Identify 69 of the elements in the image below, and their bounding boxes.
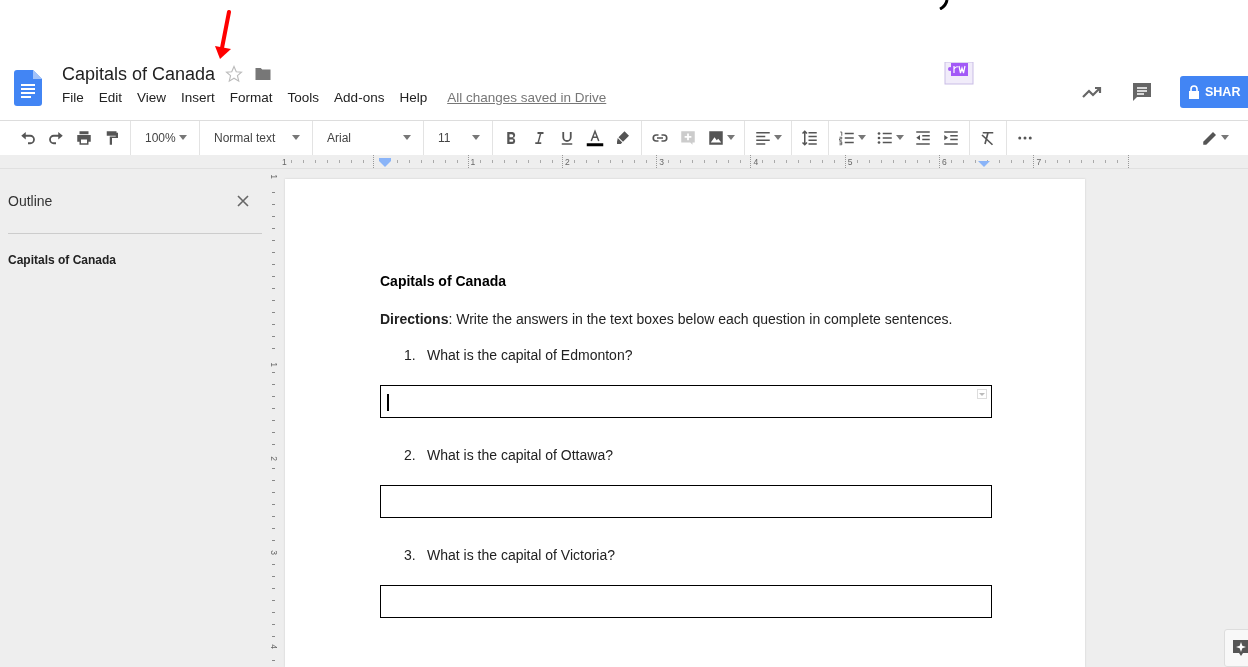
- caret-icon: [727, 135, 735, 141]
- ruler-number: 7: [1034, 156, 1044, 167]
- ruler-number: 1: [468, 156, 478, 167]
- menu-item[interactable]: File: [62, 88, 91, 107]
- outline-item[interactable]: Capitals of Canada: [8, 253, 262, 267]
- explore-button[interactable]: [1224, 629, 1248, 667]
- font-dropdown[interactable]: Arial: [317, 125, 419, 151]
- font-size-dropdown[interactable]: 11: [428, 125, 488, 151]
- ruler-number: 1: [280, 156, 289, 167]
- sparkle-icon: [1231, 638, 1248, 658]
- indent-marker-icon: [379, 158, 391, 167]
- lock-icon: [1188, 85, 1200, 99]
- caret-icon: [292, 135, 300, 141]
- bulleted-list-icon: [876, 129, 894, 147]
- answer-box[interactable]: [380, 485, 992, 518]
- share-button[interactable]: SHAR: [1180, 76, 1248, 108]
- ruler-number: 1: [269, 172, 278, 181]
- save-status-link[interactable]: All changes saved in Drive: [447, 90, 607, 105]
- directions-text: Directions: Write the answers in the text boxes below each question in complete sentences.: [380, 311, 954, 327]
- menu-item[interactable]: Edit: [90, 88, 130, 107]
- comment-icon: [1130, 80, 1154, 104]
- ruler-number: 3: [269, 548, 278, 557]
- question-text: What is the capital of Edmonton?: [427, 347, 633, 363]
- extension-icon: [944, 62, 974, 86]
- close-icon[interactable]: [236, 194, 250, 208]
- style-dropdown[interactable]: Normal text: [204, 125, 308, 151]
- numbered-list-icon: [838, 129, 856, 147]
- ruler-number: 3: [657, 156, 666, 167]
- pen-stroke: [938, 0, 950, 10]
- star-icon[interactable]: [225, 65, 244, 83]
- pen-icon: [1201, 129, 1219, 147]
- question-text: What is the capital of Victoria?: [427, 547, 616, 563]
- outline-title: Outline: [8, 193, 53, 209]
- ruler-number: 5: [845, 156, 855, 167]
- menu-item[interactable]: Format: [221, 88, 280, 107]
- docs-logo-icon: [14, 70, 42, 106]
- align-left-icon: [754, 129, 772, 147]
- menu-item[interactable]: View: [129, 88, 174, 107]
- question-text: What is the capital of Ottawa?: [427, 447, 613, 463]
- caret-icon: [896, 135, 904, 141]
- ruler-number: 4: [269, 642, 278, 651]
- answer-box[interactable]: [380, 385, 992, 418]
- zoom-dropdown[interactable]: 100%: [135, 125, 195, 151]
- menu-item[interactable]: Add-ons: [326, 88, 392, 107]
- ruler-number: 2: [269, 454, 278, 463]
- caret-icon: [179, 135, 187, 141]
- annotation-arrow: [212, 10, 234, 60]
- caret-icon: [403, 135, 411, 141]
- answer-box[interactable]: [380, 585, 992, 618]
- menu-item[interactable]: Help: [391, 88, 435, 107]
- image-icon: [707, 129, 725, 147]
- question-number: 2.: [404, 447, 417, 463]
- folder-icon: [253, 65, 274, 83]
- menu-item[interactable]: Insert: [173, 88, 222, 107]
- caret-icon: [1221, 135, 1229, 141]
- caret-icon: [858, 135, 866, 141]
- document-title[interactable]: Capitals of Canada: [62, 63, 216, 85]
- indent-marker-icon: [978, 158, 990, 167]
- caret-icon: [774, 135, 782, 141]
- question-number: 1.: [404, 347, 417, 363]
- dropdown-icon: [977, 389, 987, 399]
- caret-icon: [472, 135, 480, 141]
- question-number: 3.: [404, 547, 417, 563]
- ruler-number: 6: [940, 156, 949, 167]
- document-heading: Capitals of Canada: [380, 273, 508, 289]
- ruler-number: 2: [562, 156, 572, 167]
- ruler-number: 1: [269, 360, 278, 369]
- ruler-number: 4: [751, 156, 761, 167]
- menu-item[interactable]: Tools: [279, 88, 327, 107]
